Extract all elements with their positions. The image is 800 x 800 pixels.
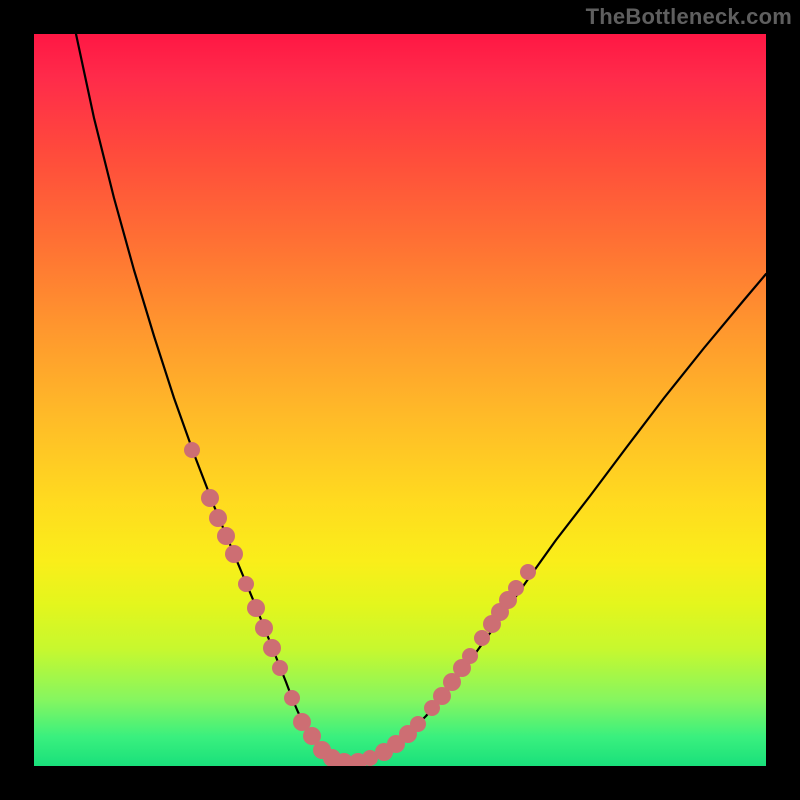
curve-marker xyxy=(462,648,478,664)
curve-marker xyxy=(184,442,200,458)
curve-marker xyxy=(520,564,536,580)
curve-marker xyxy=(209,509,227,527)
chart-frame: TheBottleneck.com xyxy=(0,0,800,800)
plot-area xyxy=(34,34,766,766)
curve-marker xyxy=(225,545,243,563)
curve-marker xyxy=(474,630,490,646)
curve-marker xyxy=(410,716,426,732)
marker-layer xyxy=(184,442,536,766)
curve-marker xyxy=(255,619,273,637)
curve-marker xyxy=(217,527,235,545)
chart-svg xyxy=(34,34,766,766)
curve-line xyxy=(76,34,766,762)
watermark-label: TheBottleneck.com xyxy=(586,4,792,30)
curve-marker xyxy=(508,580,524,596)
curve-marker xyxy=(201,489,219,507)
curve-marker xyxy=(284,690,300,706)
curve-marker xyxy=(238,576,254,592)
curve-marker xyxy=(247,599,265,617)
curve-marker xyxy=(263,639,281,657)
curve-marker xyxy=(272,660,288,676)
